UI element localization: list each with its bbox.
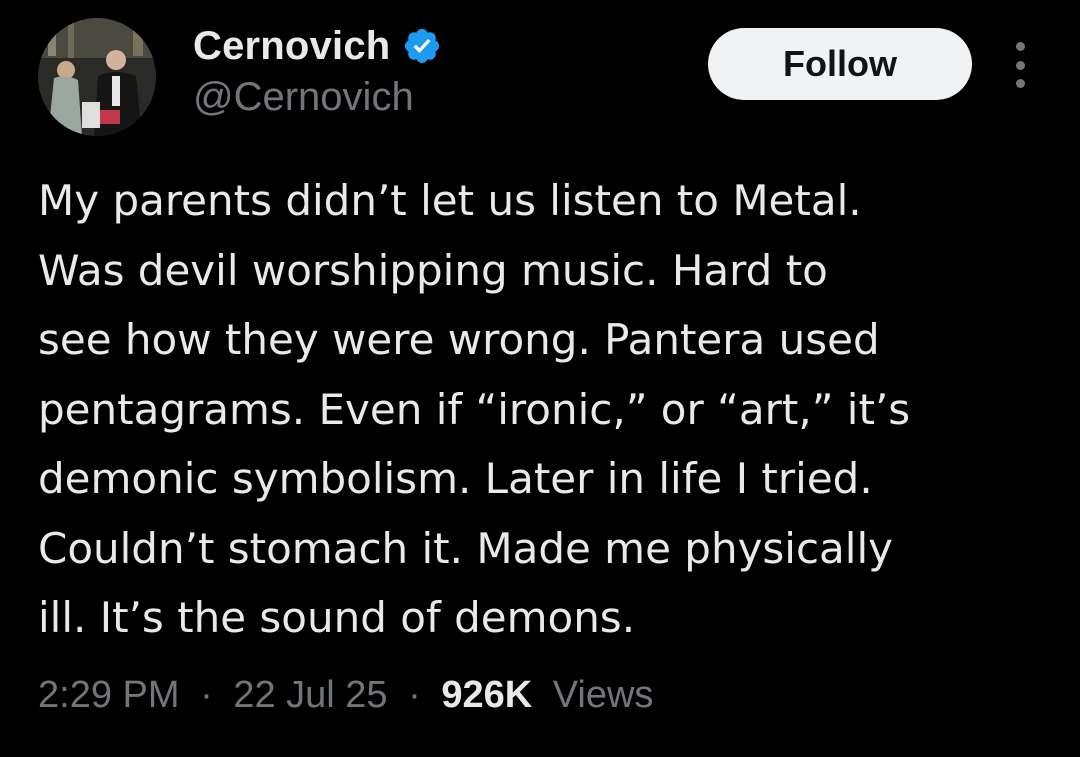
tweet-date[interactable]: 22 Jul 25 <box>233 674 387 716</box>
tweet-text-line: pentagrams. Even if “ironic,” or “art,” … <box>38 384 911 434</box>
more-dot <box>1015 42 1025 51</box>
more-dot <box>1015 79 1025 88</box>
tweet-text-line: ill. It’s the sound of demons. <box>38 593 636 642</box>
author-row: Cernovich <box>193 20 442 72</box>
tweet-card: Cernovich @Cernovich Follow My parents d… <box>0 0 1080 757</box>
tweet-text-line: My parents didn’t let us listen to Metal… <box>38 176 862 225</box>
tweet-meta: 2:29 PM · 22 Jul 25 · 926K Views <box>38 674 653 717</box>
views-label: Views <box>552 674 654 716</box>
tweet-text-line: demonic symbolism. Later in life I tried… <box>38 454 873 503</box>
more-vertical-icon[interactable] <box>1004 42 1036 88</box>
tweet-text-line: Couldn’t stomach it. Made me physically <box>38 523 893 573</box>
tweet-text: My parents didn’t let us listen to Metal… <box>38 166 1068 653</box>
tweet-text-line: see how they were wrong. Pantera used <box>38 315 880 364</box>
tweet-text-line: Was devil worshipping music. Hard to <box>38 245 828 295</box>
author-handle[interactable]: @Cernovich <box>193 75 414 120</box>
follow-button[interactable]: Follow <box>708 28 972 100</box>
verified-badge-icon[interactable] <box>402 26 442 66</box>
views-count[interactable]: 926K <box>441 674 532 716</box>
avatar[interactable] <box>38 18 156 136</box>
avatar-photo <box>38 18 156 136</box>
more-dot <box>1015 60 1025 70</box>
author-display-name[interactable]: Cernovich <box>193 24 390 69</box>
meta-separator: · <box>200 674 213 716</box>
meta-separator: · <box>408 674 421 716</box>
tweet-time[interactable]: 2:29 PM <box>38 674 180 716</box>
